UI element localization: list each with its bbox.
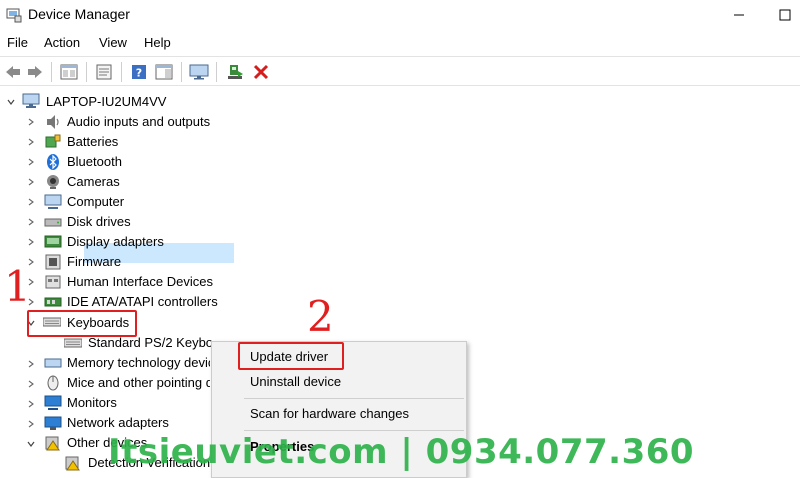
warning-device-icon xyxy=(65,456,80,471)
monitor-icon xyxy=(189,64,209,80)
maximize-icon xyxy=(779,9,791,21)
window-title: Device Manager xyxy=(28,6,130,22)
minimize-icon xyxy=(734,14,744,16)
toolbar-separator xyxy=(121,62,122,82)
tree-item-label[interactable]: IDE ATA/ATAPI controllers xyxy=(67,294,218,309)
properties-view-button[interactable] xyxy=(58,61,80,83)
maximize-button[interactable] xyxy=(762,0,800,30)
tree-item-label[interactable]: Batteries xyxy=(67,134,118,149)
scan-hardware-menu-item[interactable]: Scan for hardware changes xyxy=(250,406,409,421)
tree-item-label[interactable]: Firmware xyxy=(67,254,121,269)
uninstall-icon xyxy=(253,64,269,80)
display-adapter-icon xyxy=(44,235,62,248)
chevron-right-icon[interactable] xyxy=(26,217,36,227)
tree-item-label[interactable]: Display adapters xyxy=(67,234,164,249)
chevron-right-icon[interactable] xyxy=(26,359,36,369)
firmware-icon xyxy=(45,254,61,270)
tree-item-label[interactable]: Network adapters xyxy=(67,415,169,430)
memory-icon xyxy=(44,358,62,368)
chevron-right-icon[interactable] xyxy=(26,137,36,147)
menu-bar: File Action View Help xyxy=(0,32,800,54)
chevron-right-icon[interactable] xyxy=(26,379,36,389)
menu-separator xyxy=(244,430,464,431)
device-manager-icon xyxy=(6,8,22,23)
menu-separator xyxy=(244,398,464,399)
tree-item-label[interactable]: Cameras xyxy=(67,174,120,189)
toolbar-separator xyxy=(51,62,52,82)
unknown-device-icon xyxy=(45,436,60,451)
disk-drive-icon xyxy=(44,218,62,227)
step-1-label: 1 xyxy=(4,262,31,311)
monitor-icon xyxy=(44,395,62,410)
console-button[interactable] xyxy=(93,61,115,83)
keyboards-highlight-box xyxy=(27,310,137,337)
properties-view-icon xyxy=(60,64,78,80)
tree-item-label[interactable]: Mice and other pointing devices xyxy=(67,375,210,390)
help-button[interactable]: ? xyxy=(128,61,150,83)
menu-file[interactable]: File xyxy=(7,35,28,50)
uninstall-device-menu-item[interactable]: Uninstall device xyxy=(250,374,341,389)
tree-item-label[interactable]: Computer xyxy=(67,194,124,209)
menu-view[interactable]: View xyxy=(99,35,127,50)
back-icon xyxy=(6,66,20,78)
chevron-right-icon[interactable] xyxy=(26,237,36,247)
toolbar: ? xyxy=(0,56,800,86)
tree-item-label[interactable]: Disk drives xyxy=(67,214,131,229)
chevron-right-icon[interactable] xyxy=(26,157,36,167)
mouse-icon xyxy=(47,375,59,391)
title-bar: Device Manager xyxy=(0,0,800,30)
update-driver-highlight-box xyxy=(238,342,344,370)
forward-icon xyxy=(28,66,42,78)
monitor-button[interactable] xyxy=(188,61,210,83)
tree-item-label[interactable]: Audio inputs and outputs xyxy=(67,114,210,129)
tree-item-label[interactable]: Bluetooth xyxy=(67,154,122,169)
toolbar-separator xyxy=(86,62,87,82)
tree-root-label[interactable]: LAPTOP-IU2UM4VV xyxy=(46,94,166,109)
uninstall-button[interactable] xyxy=(250,61,272,83)
step-2-label: 2 xyxy=(307,292,334,341)
hid-icon xyxy=(45,275,61,289)
chevron-right-icon[interactable] xyxy=(26,177,36,187)
menu-help[interactable]: Help xyxy=(144,35,171,50)
svg-text:?: ? xyxy=(136,67,142,80)
chevron-right-icon[interactable] xyxy=(26,399,36,409)
chevron-right-icon[interactable] xyxy=(26,419,36,429)
forward-button[interactable] xyxy=(24,61,46,83)
computer-icon xyxy=(22,93,40,108)
camera-icon xyxy=(47,175,59,189)
bluetooth-icon xyxy=(47,154,59,170)
keyboard-icon xyxy=(64,338,82,348)
battery-icon xyxy=(45,134,61,148)
speaker-icon xyxy=(47,115,59,129)
computer-icon xyxy=(44,194,62,209)
chevron-down-icon[interactable] xyxy=(6,97,16,107)
toolbar-separator xyxy=(216,62,217,82)
watermark-text: Itsieuviet.com | 0934.077.360 xyxy=(108,432,695,472)
minimize-button[interactable] xyxy=(716,0,762,30)
tree-item-label[interactable]: Monitors xyxy=(67,395,117,410)
action-pane-button[interactable] xyxy=(153,61,175,83)
update-driver-icon xyxy=(228,65,243,79)
tree-item-label[interactable]: Memory technology devices xyxy=(67,355,210,370)
menu-action[interactable]: Action xyxy=(44,35,80,50)
update-driver-button[interactable] xyxy=(224,61,246,83)
chevron-right-icon[interactable] xyxy=(26,117,36,127)
console-icon xyxy=(96,64,112,80)
action-pane-icon xyxy=(155,64,173,80)
tree-item-label[interactable]: Human Interface Devices xyxy=(67,274,213,289)
network-adapter-icon xyxy=(44,416,62,430)
toolbar-separator xyxy=(181,62,182,82)
help-icon: ? xyxy=(132,65,146,80)
back-button[interactable] xyxy=(2,61,24,83)
tree-item-ps2-keyboard[interactable]: Standard PS/2 Keyboard xyxy=(88,335,212,350)
chevron-down-icon[interactable] xyxy=(26,439,36,449)
ide-controller-icon xyxy=(44,297,62,307)
chevron-right-icon[interactable] xyxy=(26,197,36,207)
